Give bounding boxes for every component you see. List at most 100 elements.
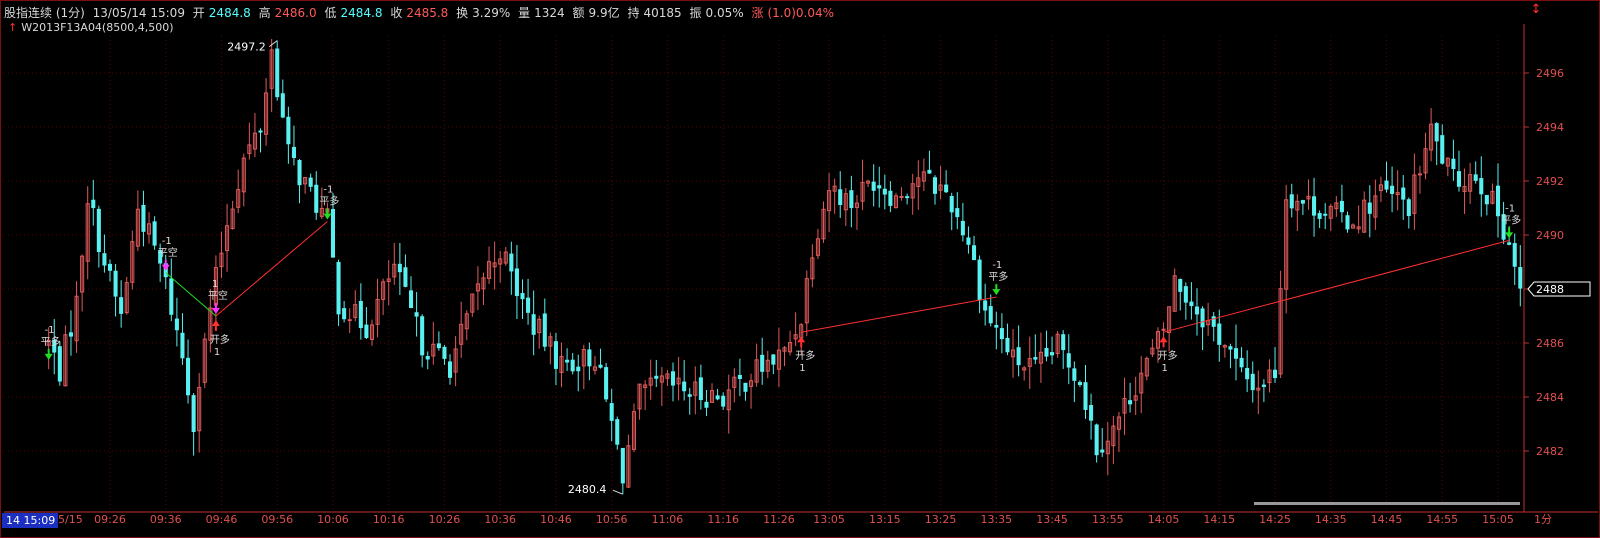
- candle-body: [1312, 196, 1317, 216]
- x-tick-label: 13:25: [925, 513, 957, 526]
- candle-body: [955, 208, 960, 218]
- candle-body: [1094, 424, 1099, 456]
- candle-body: [57, 346, 62, 382]
- candle-body: [174, 318, 179, 331]
- candle-body: [403, 267, 408, 287]
- candle-body: [408, 290, 414, 308]
- candle-body: [905, 196, 910, 199]
- candle-body: [899, 195, 904, 198]
- candlestick-chart[interactable]: 2496 2494 2492 2490 2488 2486 2484 2482 09:26 09:…: [0, 0, 1600, 538]
- candle-body: [983, 300, 988, 311]
- x-tick-label: 1分: [1534, 513, 1552, 526]
- candle-body: [397, 263, 402, 273]
- candle-body: [91, 199, 96, 209]
- candle-body: [944, 184, 949, 193]
- candle-body: [347, 319, 352, 322]
- signal-label: 平空: [208, 289, 228, 302]
- candle-body: [966, 237, 971, 245]
- signal-label: 平多: [41, 335, 61, 348]
- candle-body: [1050, 352, 1055, 356]
- x-tick-label: 10:06: [317, 513, 349, 526]
- candle-body: [514, 268, 519, 297]
- candle-body: [291, 146, 296, 158]
- x-tick-label: 10:26: [429, 513, 461, 526]
- candle-body: [169, 278, 174, 315]
- max-pointer: [268, 40, 278, 47]
- candle-body: [1233, 348, 1239, 359]
- candle-body: [141, 204, 146, 232]
- candle-body: [715, 395, 720, 400]
- signal-label: 开多: [210, 333, 230, 346]
- last-price-label: 2488: [1536, 283, 1564, 296]
- candle-body: [436, 343, 441, 349]
- candle-body: [119, 297, 124, 314]
- candle-body: [275, 48, 280, 98]
- x-tick-label: 10:56: [596, 513, 628, 526]
- candle-body: [186, 357, 191, 396]
- candle-body: [113, 270, 118, 297]
- candle-body: [1434, 123, 1439, 142]
- candle-body: [1044, 347, 1049, 357]
- candle-body: [152, 221, 157, 246]
- signal-arrow-up-icon: [1159, 336, 1168, 348]
- candle-body: [682, 381, 687, 392]
- candle-body: [565, 359, 570, 363]
- signal-arrow-down-icon: [211, 303, 220, 314]
- x-tick-label: 14:45: [1371, 513, 1403, 526]
- signal-label: 开多: [1158, 349, 1178, 362]
- min-pointer: [612, 489, 624, 495]
- horizontal-scrollbar: [1254, 502, 1520, 505]
- candle-body: [447, 361, 453, 378]
- candle-body: [737, 374, 742, 379]
- candle-body: [414, 312, 419, 317]
- candle-body: [988, 306, 993, 324]
- candle-body: [1479, 178, 1484, 195]
- candle-body: [1317, 213, 1322, 219]
- x-tick-label: 09:26: [94, 513, 126, 526]
- candle-body: [1339, 200, 1344, 213]
- candle-body: [191, 395, 196, 433]
- candle-body: [960, 220, 965, 236]
- candle-body: [1289, 194, 1294, 209]
- candle-body: [604, 367, 609, 400]
- candle-body: [1512, 243, 1517, 267]
- candle-body: [704, 401, 709, 408]
- candle-body: [297, 160, 302, 186]
- signal-label: 平多: [988, 270, 1008, 283]
- candle-body: [871, 181, 876, 191]
- y-tick-label: 2494: [1536, 121, 1564, 134]
- signal-qty: -1: [162, 236, 172, 247]
- candle-body: [531, 314, 536, 335]
- signal-qty: 1: [212, 279, 218, 290]
- trade-line: [1163, 239, 1510, 333]
- candle-body: [849, 190, 854, 209]
- y-tick-label: 2486: [1536, 337, 1564, 350]
- candle-body: [280, 93, 285, 118]
- candle-body: [1401, 187, 1406, 200]
- x-tick-label: 13:15: [869, 513, 901, 526]
- candle-body: [1300, 200, 1305, 204]
- candle-body: [509, 253, 514, 272]
- x-tick-label: 11:06: [652, 513, 684, 526]
- candle-body: [698, 377, 703, 401]
- candle-body: [1217, 323, 1222, 345]
- candle-body: [526, 297, 531, 313]
- candle-body: [425, 356, 430, 360]
- candle-body: [258, 130, 263, 133]
- candle-body: [771, 354, 776, 365]
- candle-body: [1384, 180, 1389, 190]
- y-tick-label: 2496: [1536, 67, 1564, 80]
- x-tick-label: 14:25: [1259, 513, 1291, 526]
- candle-body: [314, 184, 319, 213]
- candle-body: [542, 313, 547, 347]
- candle-body: [1200, 308, 1205, 328]
- candle-body: [760, 354, 765, 372]
- candle-body: [721, 395, 726, 407]
- x-tick-label: 15:05: [1482, 513, 1514, 526]
- x-tick-label: 14:15: [1203, 513, 1235, 526]
- candle-body: [520, 293, 525, 300]
- candle-body: [1061, 334, 1066, 351]
- current-time-label: 14 15:09: [6, 514, 55, 527]
- signal-arrow-down-icon: [323, 208, 332, 220]
- signal-label: 开多: [795, 349, 815, 362]
